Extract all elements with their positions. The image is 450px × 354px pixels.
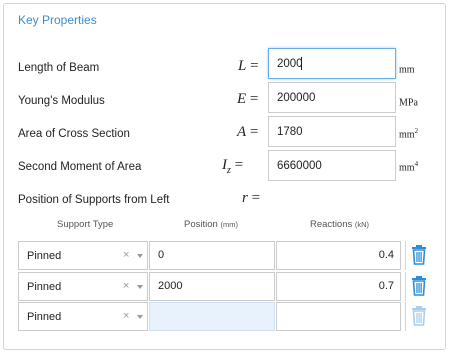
support-position-input[interactable]: 0	[149, 241, 275, 270]
column-header-position: Position (mm)	[184, 219, 238, 230]
panel-title: Key Properties	[18, 13, 97, 27]
text-caret	[301, 57, 302, 70]
youngs-modulus-symbol: E =	[237, 91, 259, 107]
column-header-support-type: Support Type	[57, 219, 114, 230]
trash-icon[interactable]	[411, 276, 427, 296]
support-type-select[interactable]: Pinned ×	[18, 302, 148, 331]
area-unit: mm2	[399, 127, 419, 141]
area-label: Area of Cross Section	[18, 128, 130, 140]
support-position-input[interactable]	[149, 302, 275, 331]
second-moment-unit: mm4	[399, 160, 419, 174]
youngs-modulus-input[interactable]	[268, 82, 396, 113]
length-symbol: L =	[238, 58, 259, 74]
area-input[interactable]	[268, 116, 396, 147]
clear-icon[interactable]: ×	[123, 280, 129, 292]
chevron-down-icon[interactable]	[137, 254, 143, 258]
clear-icon[interactable]: ×	[123, 310, 129, 322]
length-unit: mm	[399, 64, 415, 76]
key-properties-panel: Key Properties Length of Beam L = mm You…	[3, 3, 446, 350]
trash-icon[interactable]	[411, 306, 427, 326]
supports-symbol: r =	[242, 190, 261, 206]
divider	[405, 302, 406, 331]
area-symbol: A =	[237, 124, 259, 140]
chevron-down-icon[interactable]	[137, 285, 143, 289]
support-reaction-value: 0.7	[276, 272, 401, 301]
length-input[interactable]	[268, 48, 396, 79]
support-type-value: Pinned	[27, 281, 62, 293]
divider	[405, 241, 406, 270]
trash-icon[interactable]	[411, 245, 427, 265]
second-moment-symbol: Iz =	[222, 157, 244, 176]
support-type-select[interactable]: Pinned ×	[18, 272, 148, 301]
divider	[405, 272, 406, 301]
clear-icon[interactable]: ×	[123, 249, 129, 261]
second-moment-input[interactable]	[268, 150, 396, 181]
support-type-value: Pinned	[27, 311, 62, 323]
support-reaction-value: 0.4	[276, 241, 401, 270]
column-header-reactions: Reactions (kN)	[310, 219, 370, 230]
length-label: Length of Beam	[18, 62, 100, 74]
support-type-select[interactable]: Pinned ×	[18, 241, 148, 270]
support-type-value: Pinned	[27, 250, 62, 262]
youngs-modulus-label: Young's Modulus	[18, 95, 105, 107]
chevron-down-icon[interactable]	[137, 315, 143, 319]
support-reaction-value	[276, 302, 401, 331]
youngs-modulus-unit: MPa	[399, 97, 418, 109]
second-moment-label: Second Moment of Area	[18, 161, 142, 173]
supports-label: Position of Supports from Left	[18, 194, 170, 206]
support-position-input[interactable]: 2000	[149, 272, 275, 301]
